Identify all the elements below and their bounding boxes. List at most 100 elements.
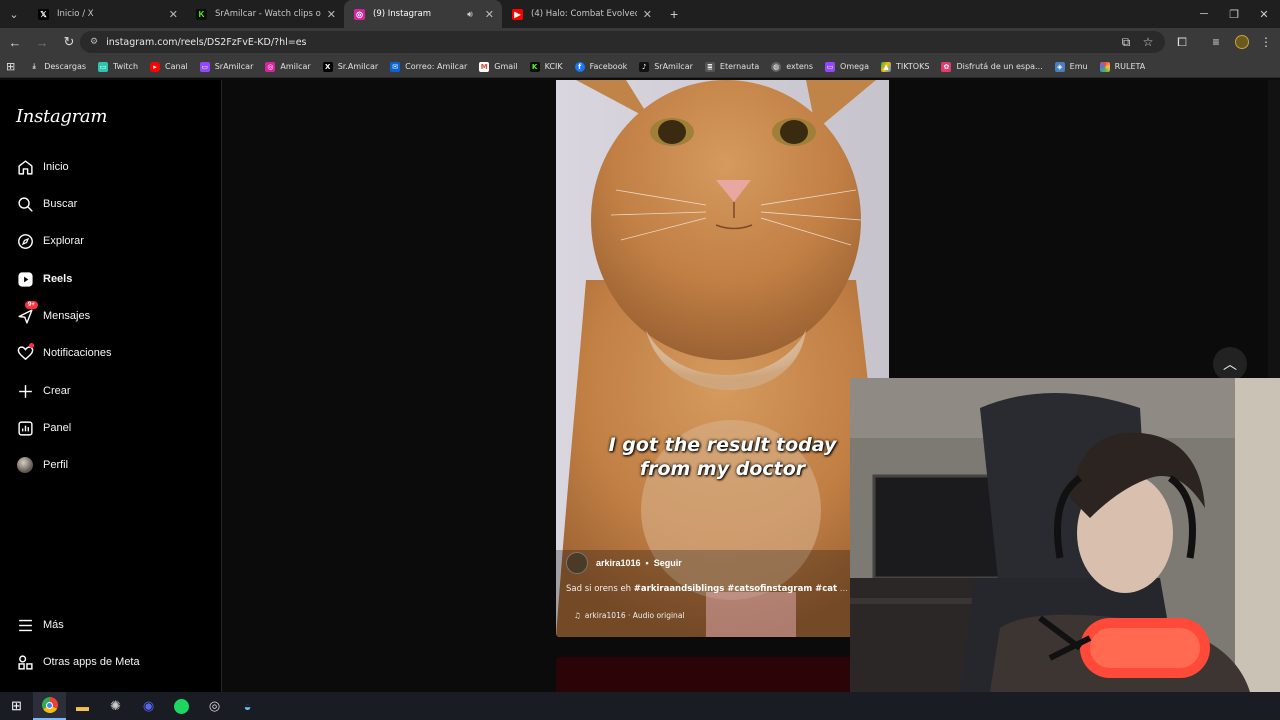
tab-youtube[interactable]: ▶ (4) Halo: Combat Evolved (Xbox ✕ [502,0,660,28]
sidebar-item-notificaciones[interactable]: Notificaciones [16,342,111,364]
site-info-icon[interactable]: ⚙ [90,37,98,47]
tab-search-button[interactable]: ⌄ [0,0,28,28]
forward-button[interactable]: → [30,30,54,54]
sidebar-item-label: Mensajes [43,310,91,322]
bookmark-label: KCIK [544,62,563,71]
tab-label: (9) Instagram [373,9,431,19]
bookmark-label: Gmail [494,62,518,71]
plus-icon [16,382,34,400]
chevron-up-icon: ︿ [1223,356,1237,372]
bookmark-facebook[interactable]: f Facebook [574,61,627,72]
bookmark-tiktoks[interactable]: ▲ TIKTOKS [881,61,930,72]
scroll-up-button[interactable]: ︿ [1213,347,1247,381]
apps-grid-icon[interactable]: ⊞ [6,60,15,73]
twitch-icon: ▭ [98,61,109,72]
facebook-icon: f [574,61,585,72]
tab-x[interactable]: 𝕏 Inicio / X ✕ [28,0,186,28]
author-username[interactable]: arkira1016 [596,558,641,568]
sidebar-item-mensajes[interactable]: 9+ Mensajes [16,301,91,327]
close-window-button[interactable]: ✕ [1248,0,1280,28]
author-avatar[interactable] [566,552,588,574]
file-explorer-icon[interactable]: ▬ [66,692,99,720]
drive-icon: ▲ [881,61,892,72]
sidebar-item-mas[interactable]: Más [16,614,64,636]
profile-avatar[interactable] [1230,28,1254,56]
spotify-icon[interactable] [165,692,198,720]
bookmark-extens[interactable]: ◍ extens [771,61,813,72]
messenger-icon: 9+ [16,301,38,325]
sidebar-item-reels[interactable]: Reels [16,268,72,290]
bookmark-sr-amilcar-x[interactable]: X Sr.Amilcar [322,61,379,72]
minimize-button[interactable]: ─ [1188,0,1220,28]
bookmark-canal[interactable]: ▸ Canal [150,61,188,72]
windows-start-icon[interactable]: ⊞ [0,692,33,720]
description-hashtags[interactable]: #arkiraandsiblings #catsofinstagram #cat [634,584,837,594]
restore-button[interactable]: ❐ [1218,0,1250,28]
bookmark-disfruta[interactable]: ✿ Disfrutá de un espa... [941,61,1043,72]
steam-icon[interactable]: ◒ [231,692,264,720]
meta-apps-icon [16,653,34,671]
app-icon[interactable]: ✺ [99,692,132,720]
bookmark-descargas[interactable]: ⤓ Descargas [29,62,86,72]
sidebar-item-label: Crear [43,385,71,397]
next-reel-preview[interactable] [556,657,889,697]
sidebar-item-perfil[interactable]: Perfil [16,454,68,476]
windows-taskbar: ⊞ ▬ ✺ ◉ ◎ ◒ [0,692,1280,720]
bookmark-twitch[interactable]: ▭ Twitch [98,61,138,72]
reel-video[interactable]: I got the result today from my doctor ar… [556,80,889,637]
bookmark-ruleta[interactable]: RULETA [1099,61,1146,72]
bookmark-label: Disfrutá de un espa... [956,62,1043,71]
bookmark-eternauta[interactable]: ≣ Eternauta [704,61,759,72]
bookmark-label: TIKTOKS [896,62,930,71]
url-field[interactable]: ⚙ instagram.com/reels/DS2FzFvE-KD/?hl=es [80,31,1165,53]
url-text: instagram.com/reels/DS2FzFvE-KD/?hl=es [106,36,307,48]
new-tab-button[interactable]: + [670,6,678,22]
close-tab-icon[interactable]: ✕ [643,8,652,21]
tab-instagram[interactable]: ◎ (9) Instagram 🔊︎ ✕ [344,0,502,28]
browser-tab-bar: ⌄ 𝕏 Inicio / X ✕ K SrAmilcar - Watch cli… [0,0,1280,28]
bookmark-kcik[interactable]: K KCIK [529,61,563,72]
browser-menu-icon[interactable]: ⋮ [1254,28,1278,56]
sidebar-item-explorar[interactable]: Explorar [16,230,84,252]
sidebar-item-otras-apps[interactable]: Otras apps de Meta [16,651,140,673]
bookmark-correo[interactable]: ✉ Correo: Amilcar [390,61,467,72]
tab-kick[interactable]: K SrAmilcar - Watch clips on Kick ✕ [186,0,344,28]
bookmark-label: Sr.Amilcar [337,62,379,71]
back-button[interactable]: ← [3,30,27,54]
bookmark-sramilcar-twitch[interactable]: ▭ SrAmilcar [199,61,253,72]
close-tab-icon[interactable]: ✕ [485,8,494,21]
install-app-icon[interactable]: ⧉ [1114,28,1138,56]
bookmark-label: Amilcar [280,62,311,71]
bookmark-label: Descargas [44,62,87,71]
speaker-icon[interactable]: 🔊︎ [467,9,473,20]
media-controls-icon[interactable]: ≡ [1204,28,1228,56]
sidebar-item-panel[interactable]: Panel [16,417,71,439]
download-icon: ⤓ [32,62,36,70]
close-tab-icon[interactable]: ✕ [327,8,336,21]
sidebar-item-crear[interactable]: Crear [16,380,71,402]
discord-icon[interactable]: ◉ [132,692,165,720]
chrome-taskbar-icon[interactable] [33,692,66,720]
bookmark-gmail[interactable]: M Gmail [479,61,518,72]
sidebar-item-label: Reels [43,273,73,285]
twitch-icon: ▭ [825,61,836,72]
sidebar-item-label: Perfil [43,459,69,471]
sidebar-item-buscar[interactable]: Buscar [16,193,77,215]
reload-button[interactable]: ↻ [57,30,81,54]
sidebar-item-inicio[interactable]: Inicio [16,156,69,178]
close-tab-icon[interactable]: ✕ [169,8,178,21]
bookmark-emu[interactable]: ◈ Emu [1054,61,1088,72]
instagram-logo-icon: ◎ [354,8,365,20]
bookmark-amilcar[interactable]: ◎ Amilcar [265,61,311,72]
bookmark-tiktok[interactable]: ♪ SrAmilcar [639,61,693,72]
bookmark-omega[interactable]: ▭ Omega [825,61,870,72]
bookmark-star-icon[interactable]: ☆ [1136,28,1160,56]
reel-audio[interactable]: ♫ arkira1016 · Audio original [574,611,685,620]
extensions-icon[interactable]: ⧠ [1170,28,1194,56]
bookmark-label: RULETA [1114,62,1146,71]
obs-icon[interactable]: ◎ [198,692,231,720]
notification-dot [29,343,34,348]
bookmark-label: Omega [840,62,870,71]
follow-button[interactable]: Seguir [654,558,682,568]
instagram-logo[interactable]: Instagram [16,106,107,127]
